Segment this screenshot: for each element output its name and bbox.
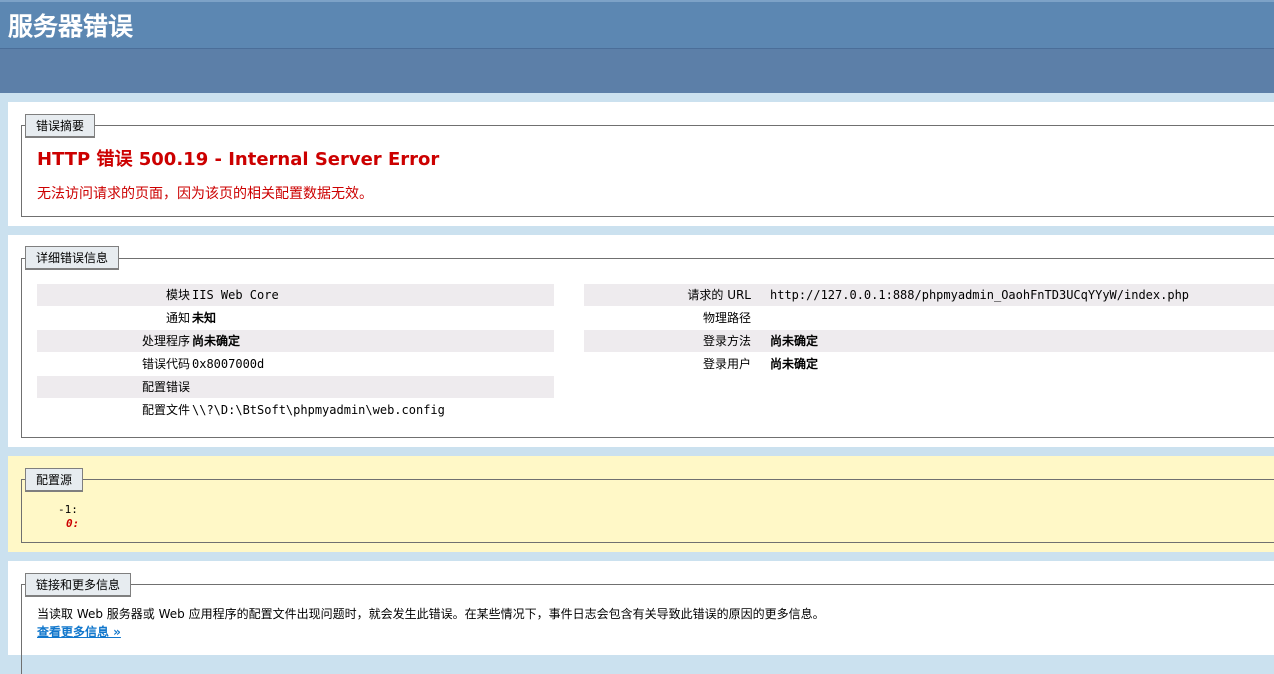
detail-row: 登录用户 尚未确定	[584, 353, 1274, 375]
error-title: HTTP 错误 500.19 - Internal Server Error	[37, 149, 440, 170]
page-header: 服务器错误	[0, 0, 1274, 48]
more-info-frame	[21, 584, 1274, 674]
detail-row: 配置错误	[37, 376, 554, 398]
config-source-frame	[21, 479, 1274, 543]
config-source-legend: 配置源	[25, 468, 84, 492]
more-info-link[interactable]: 查看更多信息 »	[37, 622, 121, 642]
detail-row: 请求的 URL http://127.0.0.1:888/phpmyadmin_O…	[584, 284, 1274, 306]
detail-value: 未知	[192, 311, 217, 325]
detail-row: 模块 IIS Web Core	[37, 284, 554, 306]
error-message: 无法访问请求的页面，因为该页的相关配置数据无效。	[37, 186, 373, 202]
detail-row: 物理路径	[584, 307, 1274, 329]
detail-row: 通知 未知	[37, 307, 554, 329]
detail-value: IIS Web Core	[192, 288, 279, 302]
detail-row: 错误代码 0x8007000d	[37, 353, 554, 375]
more-info-text: 当读取 Web 服务器或 Web 应用程序的配置文件出现问题时，就会发生此错误。…	[37, 607, 825, 621]
detail-key: 错误代码	[141, 357, 190, 371]
detail-value: \\?\D:\BtSoft\phpmyadmin\web.config	[192, 403, 445, 417]
summary-legend: 错误摘要	[25, 114, 96, 138]
detail-key: 通知	[165, 311, 190, 325]
header-band	[0, 48, 1274, 93]
detail-value: 0x8007000d	[192, 357, 265, 371]
config-line-2: 0:	[66, 517, 80, 530]
detail-value: 尚未确定	[770, 334, 819, 348]
detail-key: 处理程序	[141, 334, 190, 348]
detail-value: 尚未确定	[770, 357, 819, 371]
detail-key: 物理路径	[702, 311, 751, 325]
detail-key: 配置错误	[141, 380, 190, 394]
more-info-legend: 链接和更多信息	[25, 573, 132, 597]
detail-key: 请求的 URL	[687, 288, 751, 302]
detail-key: 登录方法	[702, 334, 751, 348]
page-title: 服务器错误	[8, 12, 134, 41]
details-legend: 详细错误信息	[25, 246, 120, 270]
config-line-1: -1:	[58, 503, 78, 516]
config-source-panel	[8, 456, 1274, 552]
detail-value: 尚未确定	[192, 334, 241, 348]
detail-row: 处理程序 尚未确定	[37, 330, 554, 352]
detail-row: 登录方法 尚未确定	[584, 330, 1274, 352]
detail-value: http://127.0.0.1:888/phpmyadmin_OaohFnTD…	[770, 288, 1190, 302]
detail-row: 配置文件 \\?\D:\BtSoft\phpmyadmin\web.config	[37, 399, 554, 421]
detail-key: 模块	[165, 288, 190, 302]
detail-key: 登录用户	[702, 357, 751, 371]
detail-key: 配置文件	[141, 403, 190, 417]
